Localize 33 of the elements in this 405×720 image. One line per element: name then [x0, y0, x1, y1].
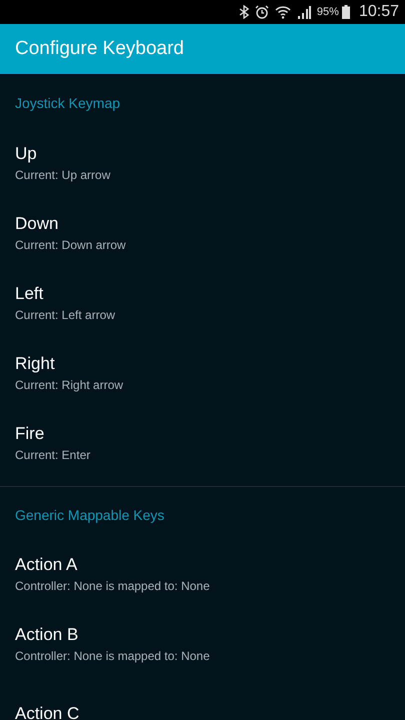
preference-title: Action C — [15, 704, 80, 720]
signal-icon — [296, 6, 311, 18]
bluetooth-icon — [238, 5, 249, 19]
preference-item[interactable]: Action B Controller: None is mapped to: None — [0, 613, 405, 683]
preference-summary: Current: Up arrow — [15, 168, 110, 182]
preference-title: Left — [15, 284, 44, 304]
preference-summary: Current: Right arrow — [15, 378, 124, 392]
clock-time: 10:57 — [358, 3, 399, 21]
preference-item[interactable]: Fire Current: Enter — [0, 412, 405, 482]
preference-summary: Current: Enter — [15, 448, 90, 462]
wifi-icon — [274, 5, 291, 19]
preference-title: Fire — [15, 424, 44, 444]
preference-title: Right — [15, 354, 55, 374]
preference-summary: Controller: None is mapped to: None — [15, 649, 210, 663]
preference-title: Up — [15, 144, 37, 164]
section-header: Joystick Keymap — [14, 94, 120, 113]
section-header: Generic Mappable Keys — [14, 506, 164, 525]
preference-summary: Controller: None is mapped to: None — [15, 579, 210, 593]
preference-title: Action A — [15, 555, 78, 575]
preference-item[interactable]: Action A Controller: None is mapped to: None — [0, 543, 405, 613]
battery-icon — [342, 5, 350, 19]
preference-title: Action B — [15, 625, 78, 645]
preference-item[interactable]: Left Current: Left arrow — [0, 272, 405, 342]
preference-item[interactable]: Action C — [0, 683, 405, 720]
preference-summary: Current: Left arrow — [15, 308, 116, 322]
preference-summary: Current: Down arrow — [15, 238, 126, 252]
battery-percent: 95% — [316, 6, 339, 18]
preference-item[interactable]: Right Current: Right arrow — [0, 342, 405, 412]
preference-item[interactable]: Down Current: Down arrow — [0, 202, 405, 272]
preference-title: Down — [15, 214, 58, 234]
alarm-icon — [254, 5, 269, 19]
toolbar-title: Configure Keyboard — [15, 38, 184, 60]
preference-item[interactable]: Up Current: Up arrow — [0, 132, 405, 202]
